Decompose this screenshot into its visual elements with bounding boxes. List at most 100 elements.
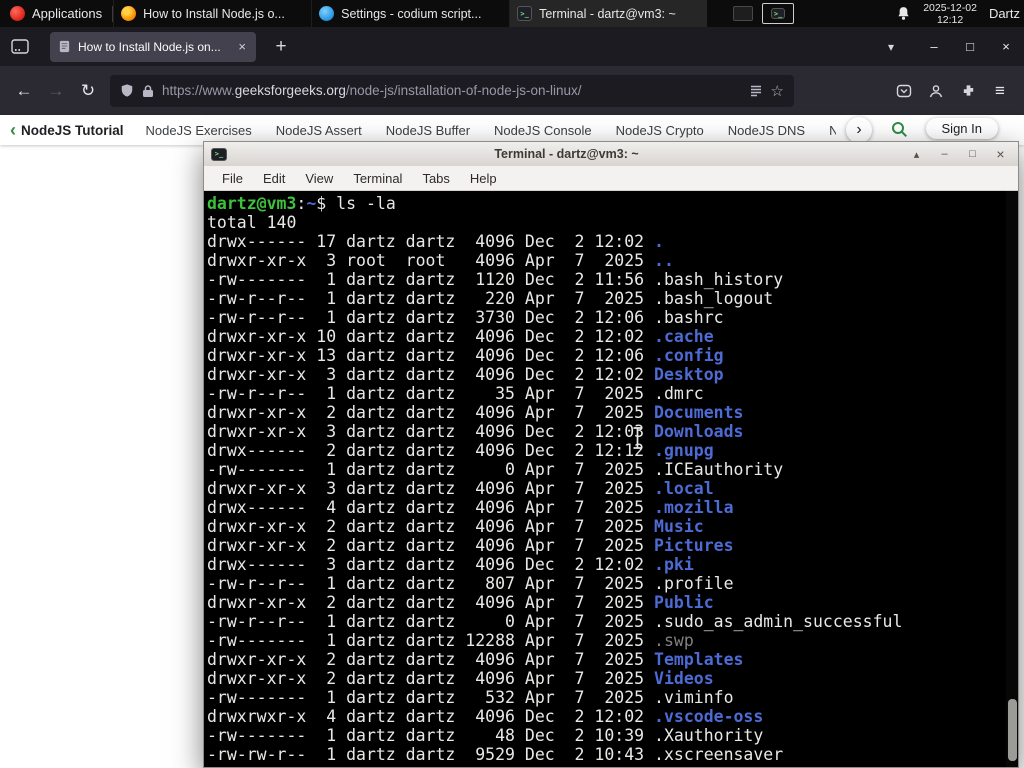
sitenav-link[interactable]: NodeJS Exercises (146, 123, 252, 138)
ls-output: drwx------ 17 dartz dartz 4096 Dec 2 12:… (207, 232, 1004, 764)
menu-file[interactable]: File (212, 168, 253, 189)
terminal-menubar: File Edit View Terminal Tabs Help (204, 166, 1018, 191)
file-name: .dmrc (654, 384, 704, 403)
list-all-tabs-icon[interactable]: ▾ (888, 40, 894, 54)
menu-terminal[interactable]: Terminal (343, 168, 412, 189)
tutorial-back-label: NodeJS Tutorial (21, 122, 124, 138)
menu-hamburger-icon[interactable]: ≡ (984, 75, 1016, 107)
terminal-titlebar[interactable]: >_ Terminal - dartz@vm3: ~ ▴ – □ × (204, 142, 1018, 166)
chevron-right-icon: › (856, 121, 862, 138)
scrollbar-thumb[interactable] (1008, 699, 1017, 761)
lock-icon[interactable] (142, 84, 154, 98)
file-name: Downloads (654, 422, 744, 441)
account-icon[interactable] (920, 75, 952, 107)
taskbar-button[interactable]: How to Install Node.js o... (113, 0, 311, 27)
reader-view-icon[interactable] (749, 84, 763, 98)
terminal-output[interactable]: dartz@vm3:~$ ls -la total 140 drwx------… (204, 191, 1018, 767)
sitenav-link[interactable]: Node (829, 123, 835, 138)
file-name: .. (654, 251, 674, 270)
reload-button[interactable]: ↻ (72, 75, 104, 107)
taskbar-button[interactable]: Settings - codium script... (311, 0, 509, 27)
ls-row: -rw------- 1 dartz dartz 532 Apr 7 2025 … (207, 688, 734, 707)
user-menu[interactable]: Dartz (989, 6, 1020, 21)
extensions-puzzle-icon[interactable] (952, 75, 984, 107)
taskbar-button-label: How to Install Node.js o... (143, 6, 285, 21)
file-name: .gnupg (654, 441, 714, 460)
new-tab-button[interactable]: + (268, 36, 294, 58)
terminal-icon: >_ (517, 6, 533, 21)
forward-button[interactable]: → (40, 75, 72, 107)
file-name: .bashrc (654, 308, 724, 327)
tray: >_ (733, 3, 795, 24)
menu-tabs[interactable]: Tabs (412, 168, 459, 189)
sitenav-link[interactable]: NodeJS Assert (276, 123, 362, 138)
window-minimize-button[interactable]: – (916, 27, 952, 66)
ls-row: drwxr-xr-x 2 dartz dartz 4096 Apr 7 2025… (207, 536, 734, 555)
clock[interactable]: 2025-12-02 12:12 (923, 2, 977, 26)
ls-row: -rw------- 1 dartz dartz 0 Apr 7 2025 .I… (207, 460, 784, 479)
scroll-next-button[interactable]: › (846, 117, 872, 143)
ls-row: -rw-r--r-- 1 dartz dartz 0 Apr 7 2025 .s… (207, 612, 903, 631)
tray-window-icon[interactable] (733, 6, 754, 21)
file-name: .profile (654, 574, 734, 593)
taskbar-button[interactable]: >_ Terminal - dartz@vm3: ~ (509, 0, 708, 27)
tutorial-back-link[interactable]: ‹ NodeJS Tutorial (10, 121, 124, 139)
file-name: .bash_history (654, 270, 784, 289)
window-maximize-button[interactable]: □ (952, 27, 988, 66)
tab-favicon (58, 40, 71, 53)
menu-help[interactable]: Help (460, 168, 507, 189)
prompt-line: dartz@vm3:~$ ls -la (207, 194, 396, 213)
terminal-window: >_ Terminal - dartz@vm3: ~ ▴ – □ × File E… (203, 141, 1019, 768)
back-button[interactable]: ← (8, 75, 40, 107)
terminal-title: Terminal - dartz@vm3: ~ (494, 147, 639, 161)
file-name: Templates (654, 650, 744, 669)
terminal-minimize-button[interactable]: – (934, 148, 955, 160)
file-name: .ICEauthority (654, 460, 784, 479)
terminal-mini-icon: >_ (771, 8, 786, 19)
file-name: .pki (654, 555, 694, 574)
ls-row: drwx------ 4 dartz dartz 4096 Apr 7 2025… (207, 498, 734, 517)
sitenav-link[interactable]: NodeJS Console (494, 123, 592, 138)
applications-logo-icon (10, 6, 25, 21)
ls-row: drwxr-xr-x 3 dartz dartz 4096 Dec 2 12:0… (207, 365, 724, 384)
ls-row: -rw-r--r-- 1 dartz dartz 3730 Dec 2 12:0… (207, 308, 724, 327)
menu-view[interactable]: View (295, 168, 343, 189)
browser-toolbar: ← → ↻ https://www.geeksforgeeks.org/node… (0, 66, 1024, 115)
menu-edit[interactable]: Edit (253, 168, 295, 189)
terminal-shade-button[interactable]: ▴ (906, 148, 927, 161)
terminal-close-button[interactable]: × (990, 146, 1011, 162)
firefox-icon (121, 6, 137, 21)
file-name: .vscode-oss (654, 707, 764, 726)
terminal-scrollbar[interactable] (1006, 191, 1018, 767)
ls-row: drwx------ 17 dartz dartz 4096 Dec 2 12:… (207, 232, 664, 251)
sign-in-button[interactable]: Sign In (925, 118, 998, 139)
notifications-bell-icon[interactable] (896, 6, 911, 21)
firefox-view-icon[interactable] (6, 33, 34, 61)
sitenav-link[interactable]: NodeJS Buffer (386, 123, 470, 138)
tracking-shield-icon[interactable] (120, 83, 134, 98)
clock-date: 2025-12-02 (923, 1, 977, 14)
browser-tab[interactable]: How to Install Node.js on... × (50, 31, 256, 62)
sitenav-link[interactable]: NodeJS Crypto (616, 123, 704, 138)
sitenav-links: NodeJS Exercises NodeJS Assert NodeJS Buff… (146, 123, 836, 138)
ls-row: drwxr-xr-x 2 dartz dartz 4096 Apr 7 2025… (207, 669, 714, 688)
url-bar[interactable]: https://www.geeksforgeeks.org/node-js/in… (110, 74, 794, 107)
tab-title: How to Install Node.js on... (78, 39, 221, 54)
site-search-icon[interactable] (891, 121, 908, 141)
ls-row: drwxr-xr-x 13 dartz dartz 4096 Dec 2 12:… (207, 346, 724, 365)
topbar-right: 2025-12-02 12:12 Dartz (896, 2, 1024, 26)
ls-row: -rw------- 1 dartz dartz 1120 Dec 2 11:5… (207, 270, 784, 289)
workspace-pager[interactable]: >_ (762, 3, 795, 24)
sitenav-link[interactable]: NodeJS DNS (728, 123, 805, 138)
window-close-button[interactable]: × (988, 27, 1024, 66)
applications-menu[interactable]: Applications (0, 0, 112, 27)
terminal-maximize-button[interactable]: □ (962, 148, 983, 160)
file-name: .mozilla (654, 498, 734, 517)
tab-close-icon[interactable]: × (236, 39, 248, 54)
file-name: Music (654, 517, 704, 536)
pocket-icon[interactable] (888, 75, 920, 107)
ls-row: drwxr-xr-x 3 dartz dartz 4096 Dec 2 12:0… (207, 422, 744, 441)
bookmark-star-icon[interactable]: ☆ (771, 82, 784, 100)
file-name: Public (654, 593, 714, 612)
file-name: .sudo_as_admin_successful (654, 612, 903, 631)
